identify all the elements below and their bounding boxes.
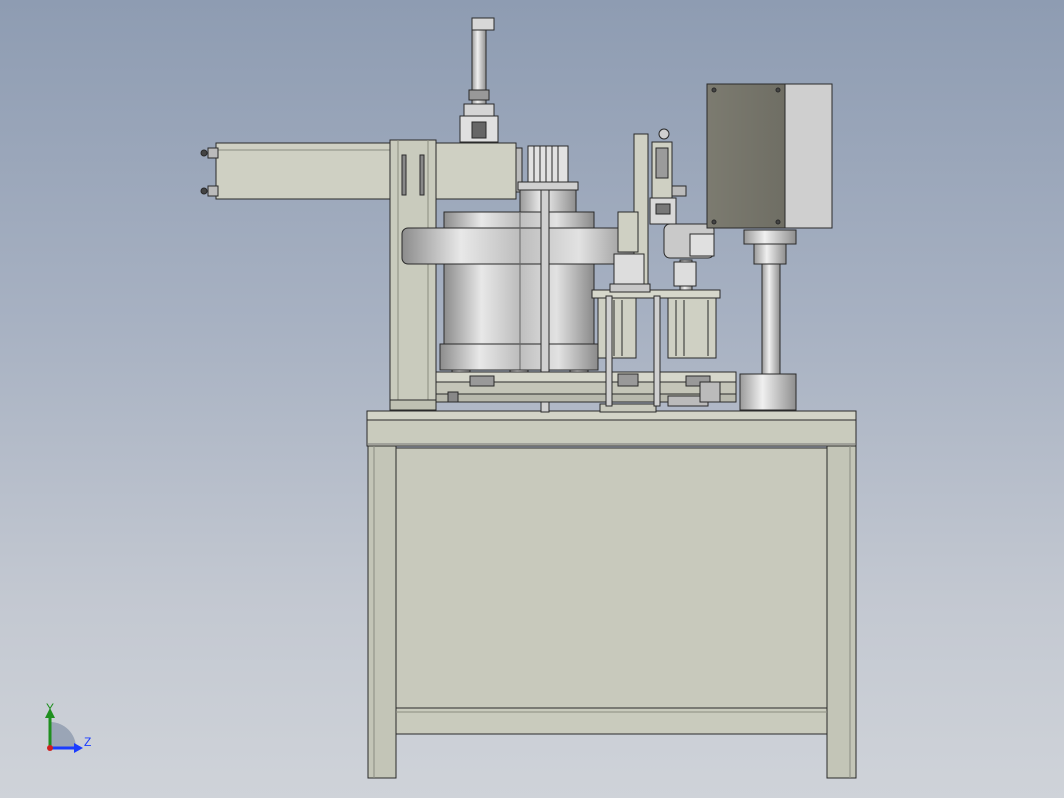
cad-viewport[interactable]: Y Z: [0, 0, 1064, 798]
table-frame: [366, 410, 857, 779]
arm-end-cap: [207, 147, 219, 159]
table-panel: [395, 447, 828, 709]
cabinet-side: [784, 83, 833, 229]
pick-place-module: [591, 128, 721, 407]
column-left: [389, 139, 437, 411]
triad-shade: [50, 722, 76, 748]
control-cabinet: [706, 83, 833, 411]
top-cylinder: [459, 17, 499, 143]
cabinet-front: [706, 83, 786, 229]
pillar-shaft: [761, 263, 781, 375]
column-foot: [389, 399, 437, 411]
bowl-lid: [443, 211, 595, 231]
y-axis-label: Y: [46, 701, 54, 715]
pillar-base: [739, 373, 797, 411]
table-leg-left: [367, 445, 397, 779]
coordinate-triad: Y Z: [45, 701, 91, 753]
machine-assembly: [200, 17, 857, 779]
table-top-rail: [366, 419, 857, 447]
bowl-body: [443, 263, 595, 347]
table-leg-right: [826, 445, 857, 779]
pillar-collar: [743, 229, 797, 245]
z-axis-label: Z: [84, 735, 91, 749]
base-rail: [435, 371, 737, 413]
arm-head-block: [433, 142, 517, 200]
